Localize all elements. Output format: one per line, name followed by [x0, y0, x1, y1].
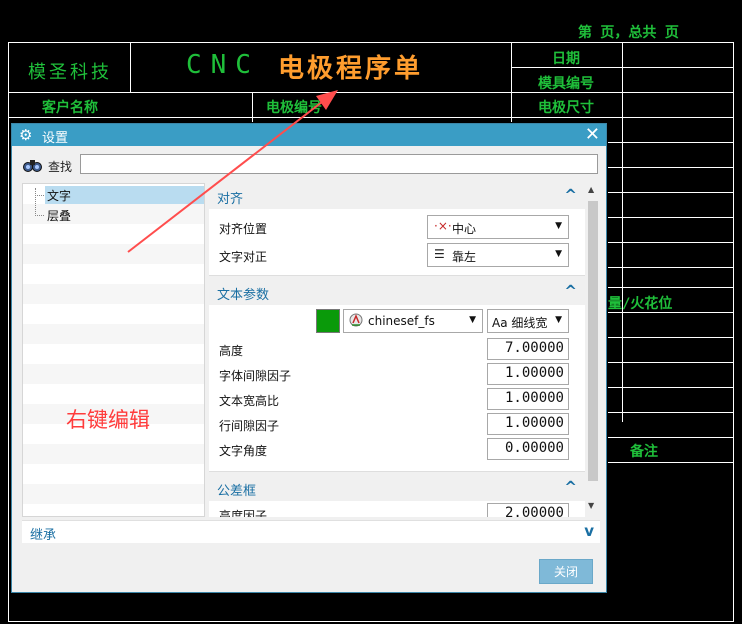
annotation-arrow	[127, 90, 338, 253]
